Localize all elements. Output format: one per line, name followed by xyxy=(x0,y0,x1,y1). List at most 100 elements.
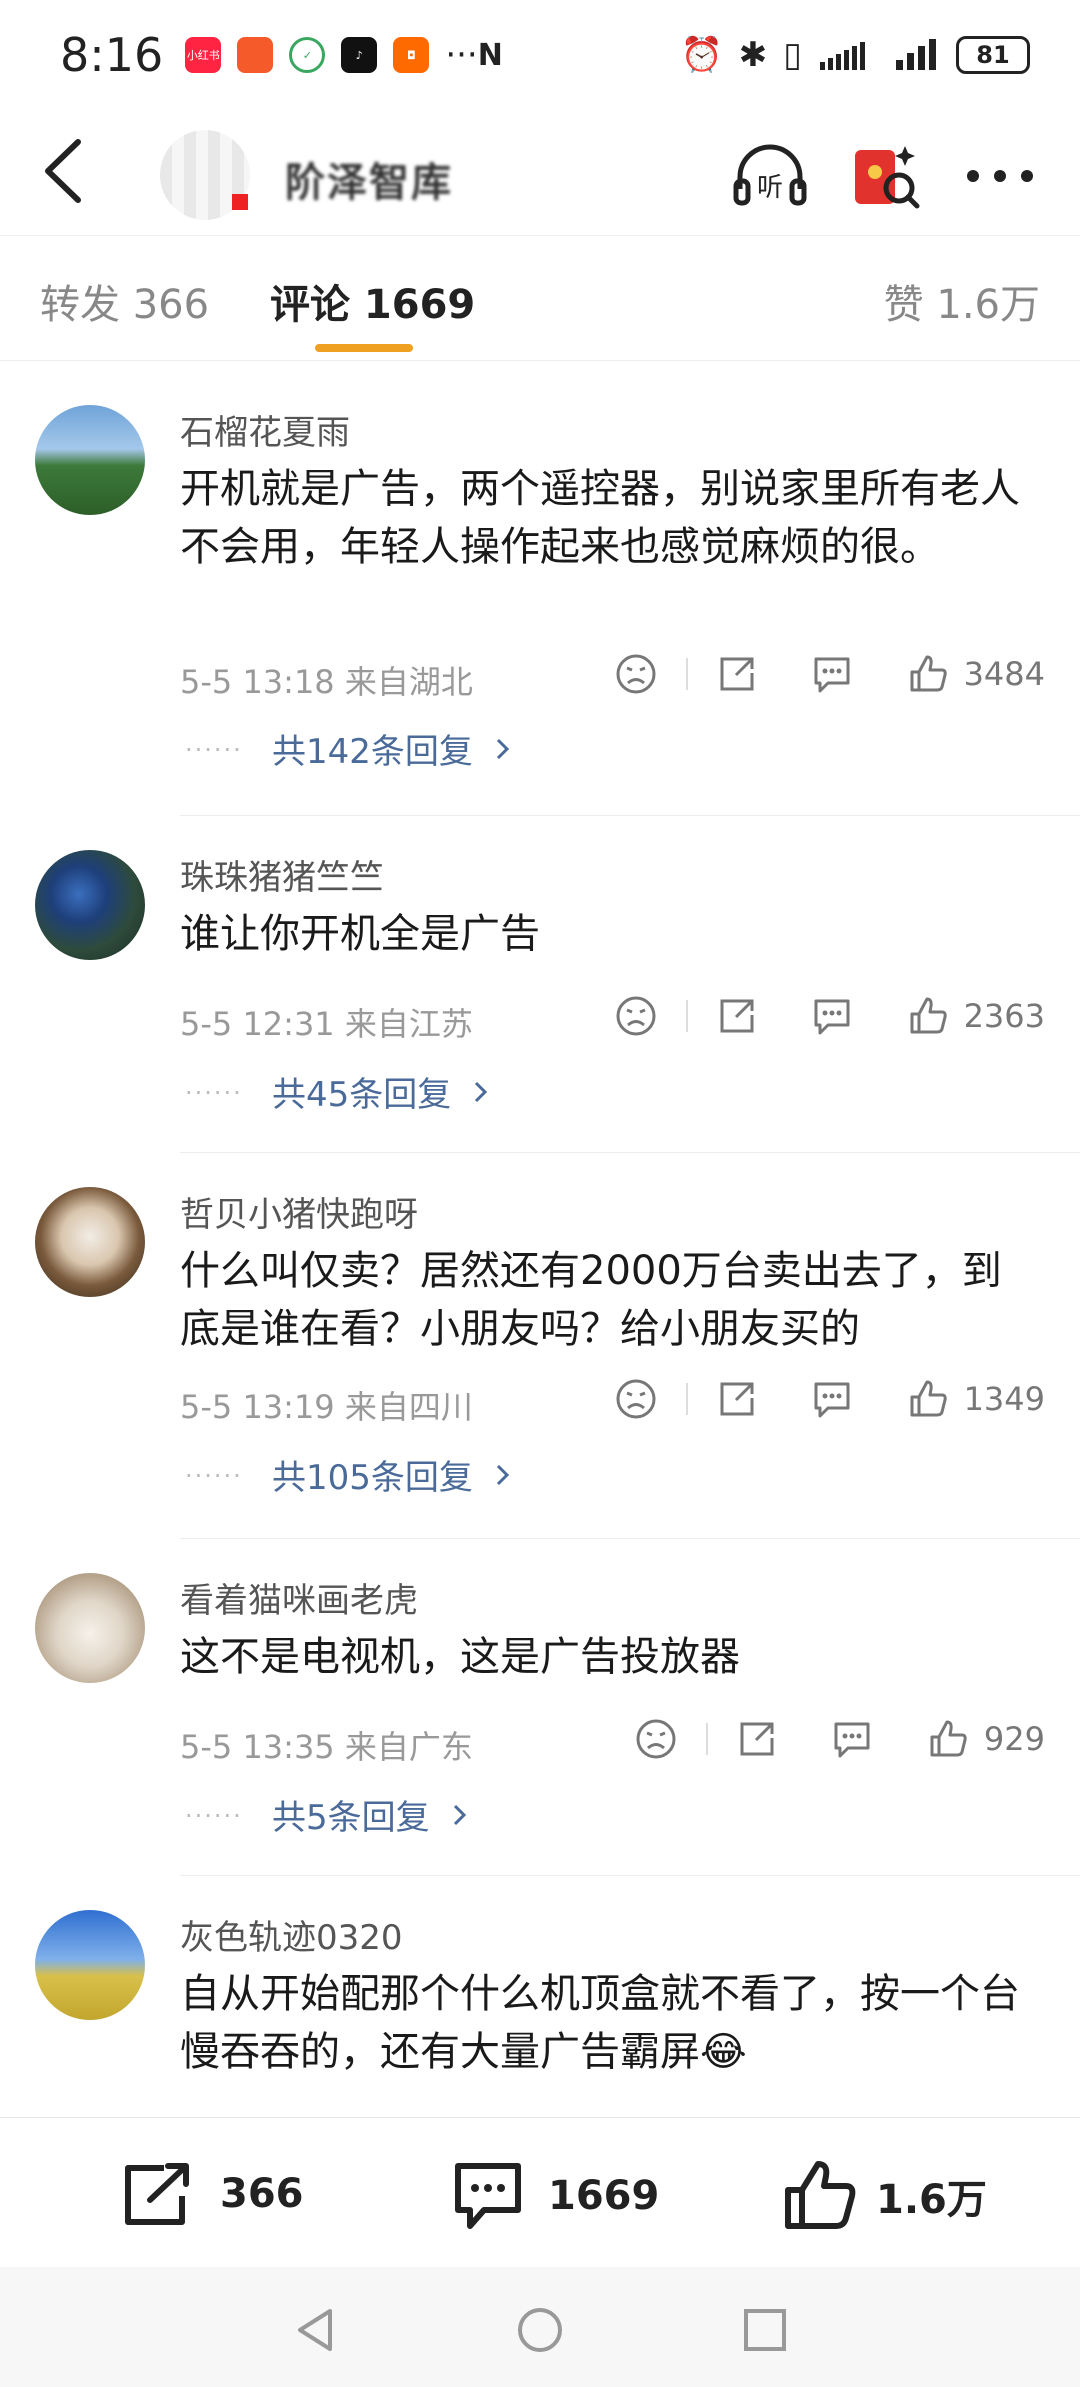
divider xyxy=(705,1723,708,1755)
nav-home-icon[interactable] xyxy=(515,2305,565,2355)
divider xyxy=(0,360,1080,361)
more-options-icon[interactable] xyxy=(960,136,1040,216)
view-replies-link[interactable]: 共5条回复 xyxy=(180,1790,474,1839)
avatar[interactable] xyxy=(35,1910,145,2020)
replies-label: 共105条回复 xyxy=(272,1458,473,1498)
xiaohongshu-icon: 小红书 xyxy=(185,37,222,73)
chevron-right-icon xyxy=(496,738,510,759)
comment-text: 谁让你开机全是广告 xyxy=(180,911,540,957)
dislike-icon[interactable] xyxy=(614,1377,658,1421)
divider xyxy=(685,658,688,690)
listen-icon[interactable]: 听 xyxy=(730,136,810,216)
share-icon[interactable] xyxy=(716,995,758,1037)
bottom-action-bar: 366 1669 1.6万 xyxy=(0,2117,1080,2267)
nav-recents-icon[interactable] xyxy=(740,2305,790,2355)
avatar[interactable] xyxy=(35,1573,145,1683)
app-green-icon: ✓ xyxy=(289,37,326,73)
active-tab-indicator xyxy=(315,344,413,352)
divider xyxy=(180,815,1080,816)
comment-actions: 929 xyxy=(634,1717,1045,1761)
like-count: 2363 xyxy=(963,997,1045,1035)
signal-icon xyxy=(820,42,865,70)
status-bar: 8:16 小红书 ✓ ♪ ◘ ··· N ⏰ ✱ ▯ 81 xyxy=(0,0,1080,110)
status-time: 8:16 xyxy=(60,28,164,82)
reply-icon[interactable] xyxy=(810,1378,854,1420)
like-button[interactable]: 1.6万 xyxy=(780,2158,987,2234)
comment-meta: 5-5 13:35 来自广东 xyxy=(180,1728,473,1766)
avatar[interactable] xyxy=(35,1187,145,1297)
red-packet-icon[interactable] xyxy=(845,136,925,216)
comment-actions: 3484 xyxy=(614,652,1045,696)
dislike-icon[interactable] xyxy=(614,652,658,696)
page-title[interactable]: 阶泽智库 xyxy=(285,150,453,208)
like-button[interactable]: 2363 xyxy=(906,994,1045,1038)
view-replies-link[interactable]: 共45条回复 xyxy=(180,1067,495,1116)
share-icon[interactable] xyxy=(716,1378,758,1420)
app-orange-icon xyxy=(237,37,274,73)
view-replies-link[interactable]: 共142条回复 xyxy=(180,724,517,773)
comment-text: 自从开始配那个什么机顶盒就不看了，按一个台慢吞吞的，还有大量广告霸屏😂 xyxy=(180,1971,1020,2075)
like-button[interactable]: 3484 xyxy=(906,652,1045,696)
divider xyxy=(685,1000,688,1032)
repost-count: 366 xyxy=(220,2171,304,2217)
comment-text: 什么叫仅卖？居然还有2000万台卖出去了，到底是谁在看？小朋友吗？给小朋友买的 xyxy=(180,1248,1002,1352)
signal-icon-2 xyxy=(896,39,936,70)
thumbs-up-icon xyxy=(785,2161,856,2229)
comment-text: 这不是电视机，这是广告投放器 xyxy=(180,1634,740,1680)
comment-icon xyxy=(455,2163,521,2229)
comment-username[interactable]: 石榴花夏雨 xyxy=(180,405,350,454)
replies-label: 共5条回复 xyxy=(272,1798,430,1838)
comment-button[interactable]: 1669 xyxy=(448,2158,659,2234)
comment-meta: 5-5 13:18 来自湖北 xyxy=(180,663,473,701)
system-navigation-bar xyxy=(0,2267,1080,2387)
comment-meta: 5-5 12:31 来自江苏 xyxy=(180,1005,473,1043)
like-count: 929 xyxy=(983,1720,1045,1758)
comment-meta: 5-5 13:19 来自四川 xyxy=(180,1388,473,1426)
tabs: 转发 366 评论 1669 赞 1.6万 xyxy=(0,235,1080,361)
bluetooth-icon: ✱ xyxy=(738,35,768,75)
battery-indicator: 81 xyxy=(956,36,1030,74)
divider xyxy=(685,1383,688,1415)
chevron-right-icon xyxy=(475,1081,488,1102)
tab-repost[interactable]: 转发 366 xyxy=(40,272,209,330)
comment-username[interactable]: 哲贝小猪快跑呀 xyxy=(180,1187,418,1236)
dislike-icon[interactable] xyxy=(634,1717,678,1761)
tiktok-icon: ♪ xyxy=(341,37,378,73)
like-button[interactable]: 929 xyxy=(926,1717,1045,1761)
replies-label: 共142条回复 xyxy=(272,732,473,772)
divider xyxy=(180,1538,1080,1539)
avatar-badge xyxy=(232,194,248,210)
avatar[interactable] xyxy=(35,850,145,960)
share-icon[interactable] xyxy=(736,1718,778,1760)
reply-icon[interactable] xyxy=(810,653,854,695)
like-count: 1.6万 xyxy=(876,2177,987,2223)
reply-icon[interactable] xyxy=(810,995,854,1037)
back-arrow-icon[interactable] xyxy=(36,136,96,206)
dislike-icon[interactable] xyxy=(614,994,658,1038)
repost-button[interactable]: 366 xyxy=(120,2158,304,2230)
comment-actions: 1349 xyxy=(614,1377,1045,1421)
svg-text:听: 听 xyxy=(757,173,783,203)
replies-label: 共45条回复 xyxy=(272,1075,452,1115)
share-icon[interactable] xyxy=(716,653,758,695)
comment-username[interactable]: 灰色轨迹0320 xyxy=(180,1910,403,1959)
comment-actions: 2363 xyxy=(614,994,1045,1038)
comment-username[interactable]: 珠珠猪猪竺竺 xyxy=(180,850,384,899)
more-notifications-icon: ··· xyxy=(445,35,478,75)
app-taobao-icon: ◘ xyxy=(393,37,430,73)
view-replies-link[interactable]: 共105条回复 xyxy=(180,1450,517,1499)
avatar[interactable] xyxy=(35,405,145,515)
reply-icon[interactable] xyxy=(830,1718,874,1760)
vibrate-icon: ▯ xyxy=(783,35,802,75)
tab-comments[interactable]: 评论 1669 xyxy=(270,272,475,330)
like-count: 3484 xyxy=(963,655,1045,693)
comment-item: 灰色轨迹0320 自从开始配那个什么机顶盒就不看了，按一个台慢吞吞的，还有大量广… xyxy=(0,1875,1080,2117)
nav-back-icon[interactable] xyxy=(290,2305,340,2355)
chevron-right-icon xyxy=(453,1804,466,1825)
divider xyxy=(180,1152,1080,1153)
tab-likes[interactable]: 赞 1.6万 xyxy=(884,272,1040,330)
comment-username[interactable]: 看着猫咪画老虎 xyxy=(180,1573,418,1622)
like-button[interactable]: 1349 xyxy=(906,1377,1045,1421)
like-count: 1349 xyxy=(963,1380,1045,1418)
header: 阶泽智库 听 xyxy=(0,110,1080,235)
